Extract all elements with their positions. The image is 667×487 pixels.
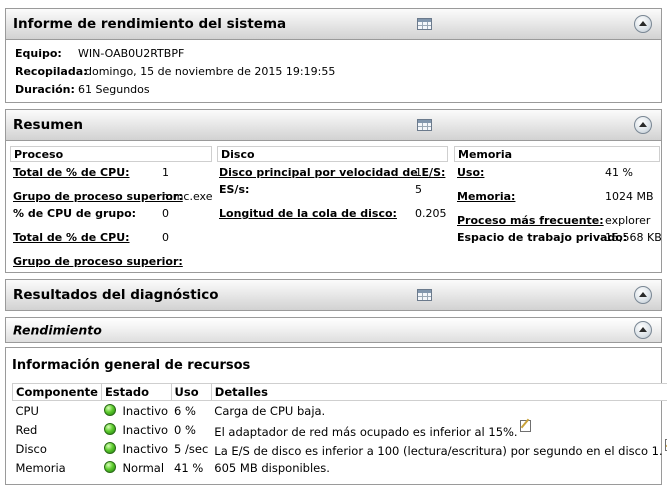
table-view-icon[interactable] (417, 119, 432, 131)
io-per-sec-value: 5 (415, 183, 422, 196)
details-cell: El adaptador de red más ocupado es infer… (211, 420, 667, 439)
details-text: El adaptador de red más ocupado es infer… (214, 425, 518, 439)
usage-cell: 5 /sec (174, 441, 209, 456)
status-ok-icon (104, 422, 117, 435)
table-row: CPU Inactivo 6 % Carga de CPU baja. (13, 401, 667, 421)
collapse-icon[interactable] (634, 15, 652, 33)
performance-header-bar[interactable]: Rendimiento (5, 317, 662, 343)
summary-title: Resumen (13, 117, 84, 133)
column-component[interactable]: Componente (12, 383, 102, 401)
column-details[interactable]: Detalles (210, 383, 667, 401)
usage-cell: 6 % (174, 403, 196, 418)
resource-table-header: Componente Estado Uso Detalles (12, 383, 667, 401)
report-info-panel: Equipo: WIN-OAB0U2RTBPF Recopilada: domi… (5, 40, 662, 103)
status-text: Normal (122, 460, 165, 475)
top-process-group-value: mmc.exe (162, 190, 213, 203)
memory-usage-link[interactable]: Uso: (457, 166, 484, 179)
total-cpu-link[interactable]: Total de % de CPU: (13, 166, 130, 179)
summary-panel: Proceso Total de % de CPU: 1 Grupo de pr… (5, 141, 662, 273)
diagnostics-header-bar[interactable]: Resultados del diagnóstico (5, 279, 662, 311)
private-working-set-label: Espacio de trabajo privado: (457, 231, 628, 244)
status-ok-icon (104, 441, 117, 454)
diagnostics-title: Resultados del diagnóstico (13, 287, 219, 303)
total-cpu-link-2[interactable]: Total de % de CPU: (13, 231, 130, 244)
status-cell: Normal (101, 458, 171, 477)
disk-queue-value: 0.205 (415, 207, 447, 220)
memory-total-value: 1024 MB (605, 190, 654, 203)
computer-label: Equipo: (15, 47, 62, 60)
top-process-group-link-2[interactable]: Grupo de proceso superior: (13, 255, 183, 268)
collected-label: Recopilada: (15, 65, 88, 78)
table-row: Memoria Normal 41 % 605 MB disponibles. (13, 458, 667, 477)
usage-cell: 0 % (174, 422, 196, 437)
status-ok-icon (104, 460, 117, 473)
table-view-icon[interactable] (417, 289, 432, 301)
status-cell: Inactivo (101, 420, 171, 439)
details-cell: Carga de CPU baja. (214, 403, 326, 418)
duration-label: Duración: (15, 83, 75, 96)
collapse-icon[interactable] (634, 321, 652, 339)
top-disk-link[interactable]: Disco principal por velocidad de E/S: (219, 166, 445, 179)
details-text: La E/S de disco es inferior a 100 (lectu… (214, 444, 663, 458)
status-cell: Inactivo (101, 439, 171, 458)
memory-header: Memoria (454, 146, 660, 162)
collected-value: domingo, 15 de noviembre de 2015 19:19:5… (85, 65, 336, 78)
io-per-sec-label: ES/s: (219, 183, 250, 196)
details-cell: 605 MB disponibles. (214, 460, 330, 475)
top-process-value: explorer (605, 214, 651, 227)
computer-value: WIN-OAB0U2RTBPF (78, 47, 185, 60)
component-cell: CPU (15, 403, 39, 418)
disk-queue-link[interactable]: Longitud de la cola de disco: (219, 207, 397, 220)
column-status[interactable]: Estado (100, 383, 172, 401)
status-text: Inactivo (122, 441, 169, 456)
component-cell: Disco (15, 441, 47, 456)
edit-note-icon[interactable] (519, 420, 531, 432)
process-header: Proceso (10, 146, 212, 162)
top-disk-value: 1 (415, 166, 422, 179)
group-cpu-value: 0 (162, 207, 169, 220)
disk-header: Disco (217, 146, 448, 162)
resource-overview-title: Información general de recursos (12, 358, 251, 373)
table-row: Disco Inactivo 5 /sec La E/S de disco es… (13, 439, 667, 458)
memory-total-link[interactable]: Memoria: (457, 190, 515, 203)
report-title: Informe de rendimiento del sistema (13, 16, 287, 32)
duration-value: 61 Segundos (78, 83, 150, 96)
status-text: Inactivo (122, 422, 169, 437)
report-header-bar[interactable]: Informe de rendimiento del sistema (5, 8, 662, 40)
memory-usage-value: 41 % (605, 166, 633, 179)
private-working-set-value: 15,568 KB (605, 231, 662, 244)
status-cell: Inactivo (101, 401, 171, 421)
group-cpu-label: % de CPU de grupo: (13, 207, 137, 220)
performance-title: Rendimiento (13, 322, 102, 338)
resource-overview-panel: Información general de recursos Componen… (5, 347, 667, 485)
collapse-icon[interactable] (634, 116, 652, 134)
table-view-icon[interactable] (417, 18, 432, 30)
details-cell: La E/S de disco es inferior a 100 (lectu… (211, 439, 667, 458)
total-cpu-value: 1 (162, 166, 169, 179)
summary-header-bar[interactable]: Resumen (5, 109, 662, 141)
component-cell: Red (15, 422, 38, 437)
top-process-link[interactable]: Proceso más frecuente: (457, 214, 604, 227)
column-usage[interactable]: Uso (170, 383, 212, 401)
status-ok-icon (104, 403, 117, 416)
usage-cell: 41 % (174, 460, 204, 475)
total-cpu-value-2: 0 (162, 231, 169, 244)
component-cell: Memoria (15, 460, 66, 475)
table-row: Red Inactivo 0 % El adaptador de red más… (13, 420, 667, 439)
collapse-icon[interactable] (634, 286, 652, 304)
resource-table: Componente Estado Uso Detalles CPU Inact… (12, 383, 667, 477)
status-text: Inactivo (122, 403, 169, 418)
top-process-group-link[interactable]: Grupo de proceso superior: (13, 190, 183, 203)
